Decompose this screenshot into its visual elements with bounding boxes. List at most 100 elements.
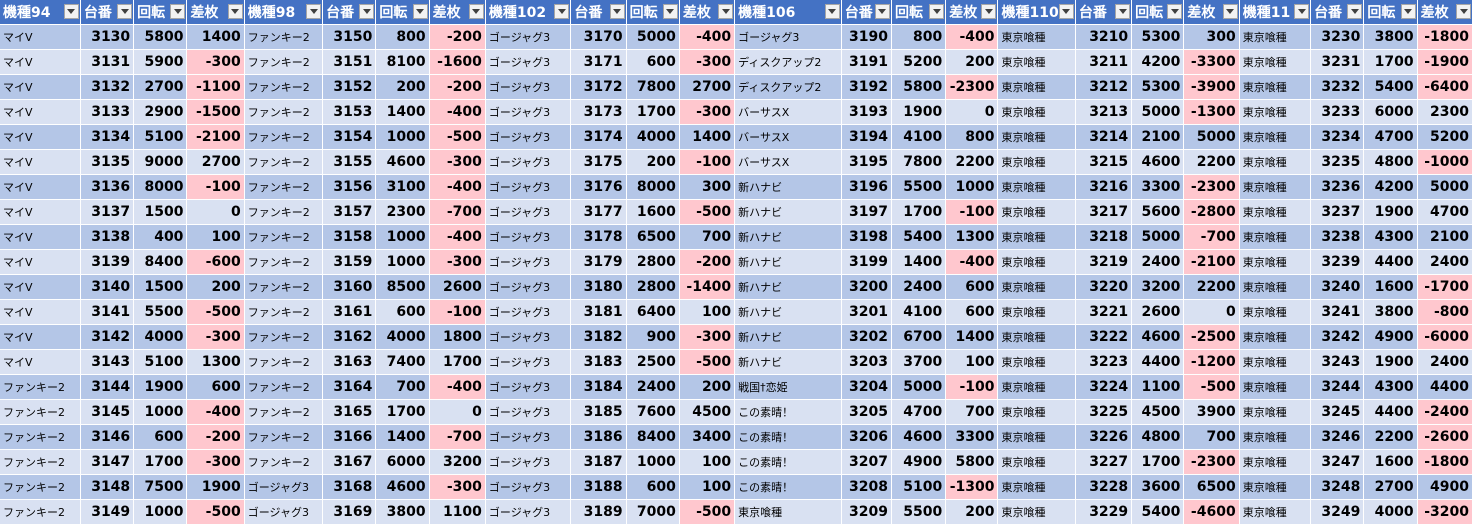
- cell-diff[interactable]: -400: [679, 24, 736, 50]
- cell-machine-no[interactable]: 3139: [80, 249, 135, 275]
- cell-diff[interactable]: 600: [945, 274, 999, 300]
- cell-model[interactable]: 東京喰種: [997, 99, 1076, 125]
- cell-diff[interactable]: 5000: [1183, 124, 1240, 150]
- cell-model[interactable]: 新ハナビ: [734, 324, 842, 350]
- cell-spins[interactable]: 1900: [1363, 199, 1418, 225]
- cell-machine-no[interactable]: 3140: [80, 274, 135, 300]
- filter-dropdown-icon[interactable]: [468, 4, 484, 19]
- cell-spins[interactable]: 5300: [1131, 74, 1185, 100]
- cell-model[interactable]: ゴージャグ3: [485, 224, 572, 250]
- cell-model[interactable]: 東京喰種: [1239, 324, 1312, 350]
- cell-machine-no[interactable]: 3170: [570, 24, 627, 50]
- cell-diff[interactable]: 3400: [679, 424, 736, 450]
- cell-spins[interactable]: 1000: [375, 249, 430, 275]
- cell-spins[interactable]: 1500: [133, 274, 188, 300]
- cell-spins[interactable]: 6400: [626, 299, 680, 325]
- cell-spins[interactable]: 6000: [1363, 99, 1418, 125]
- cell-diff[interactable]: -400: [186, 399, 245, 425]
- cell-diff[interactable]: -100: [945, 374, 999, 400]
- cell-spins[interactable]: 1700: [1131, 449, 1185, 475]
- cell-machine-no[interactable]: 3242: [1310, 324, 1365, 350]
- cell-spins[interactable]: 5400: [1131, 499, 1185, 525]
- filter-dropdown-icon[interactable]: [1167, 4, 1183, 19]
- cell-model[interactable]: ファンキー2: [244, 124, 324, 150]
- cell-model[interactable]: ファンキー2: [244, 149, 324, 175]
- cell-model[interactable]: 東京喰種: [1239, 49, 1312, 75]
- cell-spins[interactable]: 4000: [1363, 499, 1418, 525]
- cell-model[interactable]: ファンキー2: [244, 224, 324, 250]
- cell-model[interactable]: バーサスX: [734, 124, 842, 150]
- cell-diff[interactable]: -1300: [1183, 99, 1240, 125]
- cell-diff[interactable]: -3900: [1183, 74, 1240, 100]
- cell-diff[interactable]: -2500: [1183, 324, 1240, 350]
- cell-machine-no[interactable]: 3184: [570, 374, 627, 400]
- cell-diff[interactable]: -300: [186, 449, 245, 475]
- cell-spins[interactable]: 5200: [891, 49, 947, 75]
- cell-diff[interactable]: 2700: [679, 74, 736, 100]
- cell-machine-no[interactable]: 3203: [841, 349, 892, 375]
- cell-machine-no[interactable]: 3248: [1310, 474, 1365, 500]
- cell-model[interactable]: ファンキー2: [0, 449, 81, 475]
- cell-machine-no[interactable]: 3245: [1310, 399, 1365, 425]
- cell-machine-no[interactable]: 3249: [1310, 499, 1365, 525]
- cell-machine-no[interactable]: 3174: [570, 124, 627, 150]
- cell-model[interactable]: ゴージャグ3: [485, 449, 572, 475]
- cell-diff[interactable]: -2300: [1183, 449, 1240, 475]
- cell-spins[interactable]: 1600: [1363, 449, 1418, 475]
- cell-model[interactable]: 東京喰種: [1239, 399, 1312, 425]
- cell-machine-no[interactable]: 3228: [1075, 474, 1133, 500]
- cell-machine-no[interactable]: 3234: [1310, 124, 1365, 150]
- cell-machine-no[interactable]: 3159: [322, 249, 377, 275]
- cell-model[interactable]: 東京喰種: [997, 424, 1076, 450]
- cell-model[interactable]: 東京喰種: [1239, 99, 1312, 125]
- cell-diff[interactable]: 1400: [186, 24, 245, 50]
- cell-spins[interactable]: 3300: [1131, 174, 1185, 200]
- cell-machine-no[interactable]: 3173: [570, 99, 627, 125]
- cell-spins[interactable]: 5100: [133, 124, 188, 150]
- cell-model[interactable]: 東京喰種: [997, 274, 1076, 300]
- cell-diff[interactable]: -6000: [1417, 324, 1473, 350]
- cell-spins[interactable]: 2400: [1131, 249, 1185, 275]
- cell-spins[interactable]: 6500: [626, 224, 680, 250]
- cell-spins[interactable]: 4200: [1131, 49, 1185, 75]
- filter-dropdown-icon[interactable]: [412, 4, 428, 19]
- cell-diff[interactable]: -500: [186, 299, 245, 325]
- cell-diff[interactable]: 300: [1183, 24, 1240, 50]
- cell-diff[interactable]: -200: [679, 249, 736, 275]
- cell-machine-no[interactable]: 3224: [1075, 374, 1133, 400]
- cell-model[interactable]: ゴージャグ3: [485, 499, 572, 525]
- cell-spins[interactable]: 600: [626, 49, 680, 75]
- cell-diff[interactable]: 700: [679, 224, 736, 250]
- cell-diff[interactable]: -1800: [1417, 449, 1473, 475]
- cell-model[interactable]: マイV: [0, 124, 81, 150]
- cell-spins[interactable]: 600: [133, 424, 188, 450]
- cell-machine-no[interactable]: 3200: [841, 274, 892, 300]
- cell-machine-no[interactable]: 3243: [1310, 349, 1365, 375]
- cell-diff[interactable]: 200: [945, 499, 999, 525]
- cell-model[interactable]: ゴージャグ3: [734, 24, 842, 50]
- cell-spins[interactable]: 9000: [133, 149, 188, 175]
- cell-diff[interactable]: -400: [429, 99, 486, 125]
- cell-model[interactable]: 東京喰種: [1239, 349, 1312, 375]
- cell-spins[interactable]: 5800: [891, 74, 947, 100]
- cell-model[interactable]: ファンキー2: [0, 374, 81, 400]
- cell-diff[interactable]: 600: [945, 299, 999, 325]
- cell-machine-no[interactable]: 3162: [322, 324, 377, 350]
- cell-model[interactable]: 東京喰種: [997, 324, 1076, 350]
- cell-spins[interactable]: 5500: [133, 299, 188, 325]
- cell-machine-no[interactable]: 3178: [570, 224, 627, 250]
- cell-diff[interactable]: 1800: [429, 324, 486, 350]
- cell-spins[interactable]: 400: [133, 224, 188, 250]
- cell-machine-no[interactable]: 3236: [1310, 174, 1365, 200]
- cell-model[interactable]: マイV: [0, 149, 81, 175]
- cell-model[interactable]: 新ハナビ: [734, 224, 842, 250]
- cell-diff[interactable]: 1000: [945, 174, 999, 200]
- cell-model[interactable]: ゴージャグ3: [244, 474, 324, 500]
- cell-machine-no[interactable]: 3238: [1310, 224, 1365, 250]
- cell-spins[interactable]: 1700: [891, 199, 947, 225]
- cell-diff[interactable]: -100: [945, 199, 999, 225]
- cell-spins[interactable]: 5800: [133, 24, 188, 50]
- filter-dropdown-icon[interactable]: [359, 4, 375, 19]
- cell-diff[interactable]: 2400: [1417, 349, 1473, 375]
- cell-spins[interactable]: 1400: [891, 249, 947, 275]
